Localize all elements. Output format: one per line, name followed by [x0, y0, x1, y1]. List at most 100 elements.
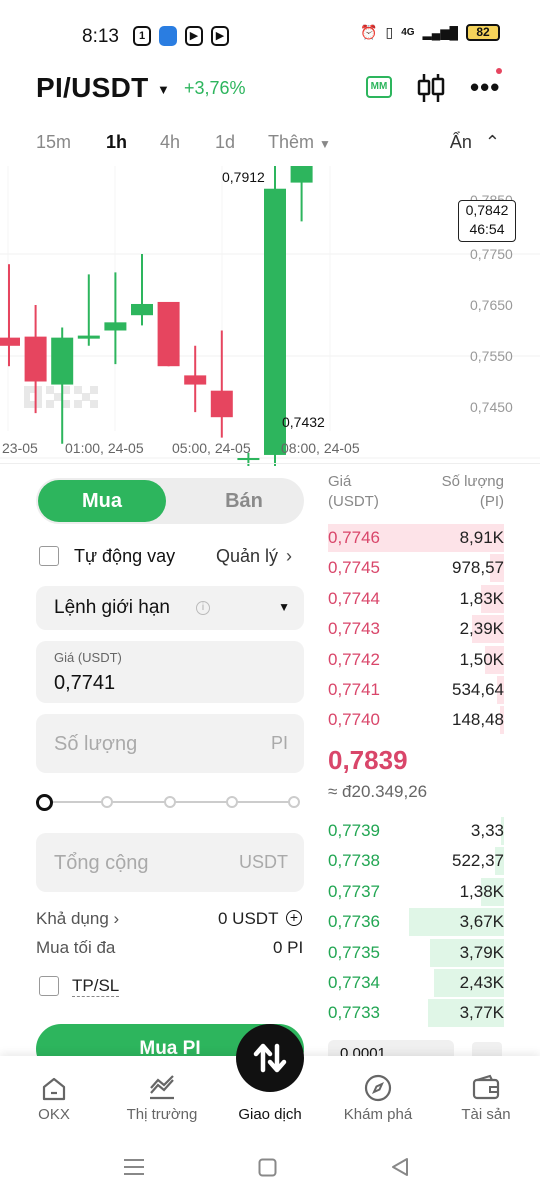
available-value: 0 USDT	[218, 909, 279, 928]
bid-row[interactable]: 0,7733 3,77K	[328, 999, 504, 1028]
ask-row[interactable]: 0,7744 1,83K	[328, 584, 504, 613]
last-price-tag: 0,7842 46:54	[458, 200, 516, 242]
interval-1h[interactable]: 1h	[106, 132, 127, 153]
interval-15m[interactable]: 15m	[36, 132, 71, 153]
candlestick-icon[interactable]	[416, 72, 446, 104]
price-input[interactable]: Giá (USDT) 0,7741	[36, 641, 304, 703]
candle-body	[290, 166, 313, 183]
recent-apps-icon[interactable]	[124, 1158, 144, 1176]
bid-row[interactable]: 0,7737 1,38K	[328, 877, 504, 906]
info-icon[interactable]: i	[196, 601, 210, 615]
hide-chart-button[interactable]: Ẩn ⌃	[450, 132, 500, 153]
app-notification-icon: ▶	[185, 26, 203, 46]
ask-price: 0,7746	[328, 528, 380, 547]
candle-body	[131, 303, 153, 316]
quantity-input[interactable]: Số lượng PI	[36, 714, 304, 773]
interval-1d[interactable]: 1d	[215, 132, 235, 153]
more-icon[interactable]: •••	[470, 72, 500, 103]
slider-thumb[interactable]	[36, 794, 53, 811]
chevron-right-icon: ›	[113, 909, 120, 928]
candle-body	[237, 458, 260, 461]
signal-icon: ▂▄▆█	[422, 25, 458, 40]
interval-4h[interactable]: 4h	[160, 132, 180, 153]
bid-quantity: 1,38K	[459, 881, 504, 901]
system-nav-bar	[0, 1142, 540, 1200]
ask-price: 0,7740	[328, 710, 380, 730]
nav-market[interactable]: Thị trường	[108, 1056, 216, 1142]
price-header-label: Giá	[328, 473, 352, 490]
slider-node[interactable]	[101, 796, 113, 808]
ask-row[interactable]: 0,7745 978,57	[328, 554, 504, 583]
price-input-value: 0,7741	[54, 672, 116, 694]
bid-price: 0,7739	[328, 821, 380, 840]
buy-tab[interactable]: Mua	[38, 480, 166, 522]
chevron-right-icon[interactable]: ›	[286, 546, 292, 567]
tpsl-checkbox[interactable]	[39, 976, 59, 996]
candle-body	[210, 390, 233, 418]
buy-sell-toggle: Mua Bán	[36, 478, 304, 524]
ask-row[interactable]: 0,7743 2,39K	[328, 615, 504, 644]
pair-selector[interactable]: PI/USDT	[36, 72, 149, 104]
total-unit: USDT	[239, 852, 288, 872]
caret-down-icon[interactable]: ▼	[157, 82, 170, 97]
nav-discover[interactable]: Khám phá	[324, 1056, 432, 1142]
mm-icon[interactable]: MM	[366, 76, 392, 98]
high-label: 0,7912	[222, 169, 265, 185]
bid-quantity: 3,79K	[459, 942, 504, 962]
tpsl-label[interactable]: TP/SL	[72, 976, 120, 997]
bid-row[interactable]: 0,7738 522,37	[328, 847, 504, 876]
slider-node[interactable]	[226, 796, 238, 808]
wallet-icon	[472, 1074, 500, 1100]
order-type-select[interactable]: Lệnh giới hạn i ▼	[36, 586, 304, 630]
home-button-icon[interactable]	[258, 1158, 278, 1178]
caret-down-icon: ▼	[278, 600, 290, 614]
status-bar: 8:13 1 ▶ ▶ ⏰ ▯ 4G ▂▄▆█ 82	[0, 0, 540, 72]
back-icon[interactable]	[390, 1157, 410, 1177]
pair-header: PI/USDT ▼ +3,76% MM •••	[0, 68, 540, 112]
nav-assets[interactable]: Tài sản	[432, 1056, 540, 1142]
bid-row[interactable]: 0,7736 3,67K	[328, 908, 504, 937]
ask-row[interactable]: 0,7742 1,50K	[328, 645, 504, 674]
candle-body	[51, 337, 74, 385]
ask-row[interactable]: 0,7746 8,91K	[328, 524, 504, 552]
qty-header-unit: (PI)	[479, 493, 504, 510]
auto-borrow-checkbox[interactable]	[39, 546, 59, 566]
ask-price: 0,7741	[328, 680, 380, 699]
sell-tab[interactable]: Bán	[186, 480, 302, 522]
x-tick: 01:00, 24-05	[65, 440, 144, 456]
nav-okx[interactable]: OKX	[0, 1056, 108, 1142]
nav-label: OKX	[38, 1106, 70, 1123]
manage-link[interactable]: Quản lý	[216, 546, 278, 567]
price-input-label: Giá (USDT)	[54, 650, 122, 665]
caret-down-icon: ▼	[319, 137, 331, 151]
candle-body	[77, 335, 100, 339]
bid-price: 0,7737	[328, 881, 380, 901]
qty-header-label: Số lượng	[441, 473, 504, 490]
ask-quantity: 2,39K	[459, 619, 504, 639]
ask-row[interactable]: 0,7741 534,64	[328, 676, 504, 704]
home-icon	[42, 1077, 66, 1101]
interval-more[interactable]: Thêm ▼	[268, 132, 331, 153]
nav-label: Thị trường	[126, 1106, 198, 1123]
total-input[interactable]: Tổng cộng USDT	[36, 833, 304, 892]
y-tick: 0,7750	[470, 246, 513, 262]
slider-node[interactable]	[164, 796, 176, 808]
notification-dot	[496, 68, 502, 74]
orderbook-last-price: 0,7839	[328, 745, 408, 775]
price-chart[interactable]: 0,7850 0,7750 0,7650 0,7550 0,7450 0,784…	[0, 166, 540, 466]
available-label[interactable]: Khả dụng ›	[36, 909, 119, 929]
bid-row[interactable]: 0,7734 2,43K	[328, 969, 504, 997]
bid-row[interactable]: 0,7739 3,33	[328, 817, 504, 845]
bid-quantity: 3,33	[470, 821, 504, 840]
bid-quantity: 522,37	[452, 851, 504, 871]
trade-fab-button[interactable]	[236, 1024, 304, 1092]
orderbook-price-header: Giá (USDT)	[328, 472, 379, 512]
app-notification-icon: 1	[133, 26, 151, 46]
slider-node[interactable]	[288, 796, 300, 808]
ask-row[interactable]: 0,7740 148,48	[328, 706, 504, 735]
add-funds-icon[interactable]: +	[286, 910, 302, 926]
divider	[0, 463, 540, 464]
available-label-text: Khả dụng	[36, 909, 109, 928]
battery-level: 82	[476, 25, 490, 39]
bid-row[interactable]: 0,7735 3,79K	[328, 938, 504, 967]
